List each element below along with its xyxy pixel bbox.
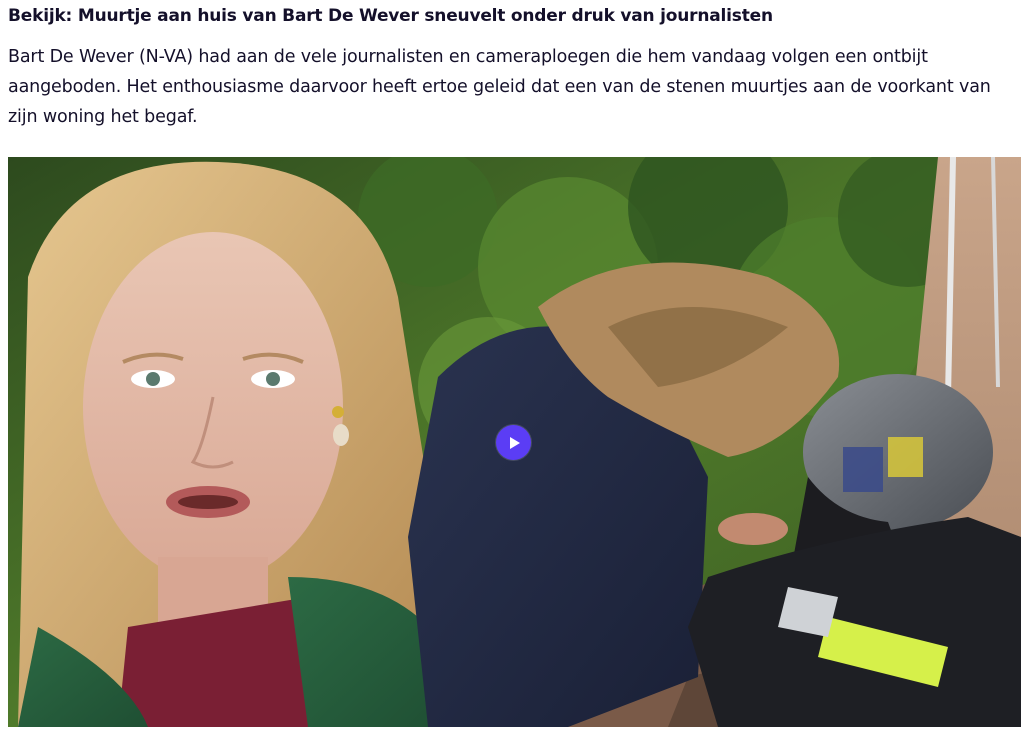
play-icon (510, 436, 520, 449)
video-player[interactable] (8, 157, 1021, 727)
article-lead: Bart De Wever (N-VA) had aan de vele jou… (8, 47, 991, 127)
article-headline: Bekijk: Muurtje aan huis van Bart De Wev… (8, 6, 773, 26)
play-button[interactable] (496, 425, 531, 460)
article: Bekijk: Muurtje aan huis van Bart De Wev… (0, 0, 1024, 730)
